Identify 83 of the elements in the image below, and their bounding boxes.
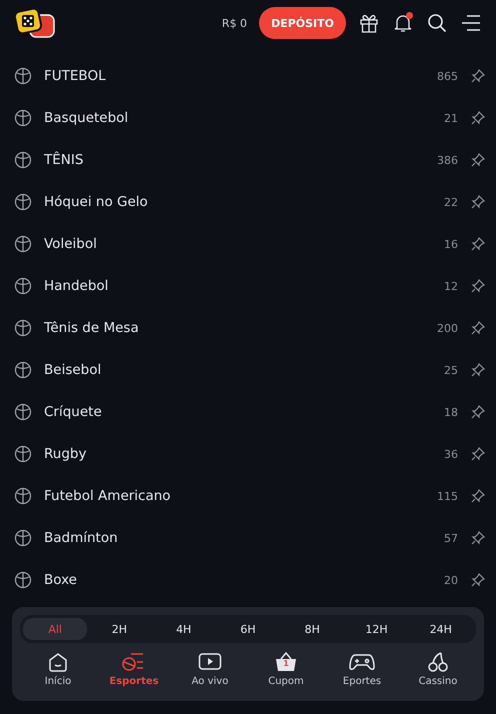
- pin-icon[interactable]: [470, 236, 486, 252]
- pin-icon[interactable]: [470, 488, 486, 504]
- pin-icon[interactable]: [470, 320, 486, 336]
- nav-label: Cassino: [418, 676, 458, 687]
- sport-ball-icon: [14, 193, 32, 211]
- sport-name[interactable]: TÊNIS: [44, 152, 406, 168]
- sport-name[interactable]: Hóquei no Gelo: [44, 194, 406, 210]
- search-icon[interactable]: [426, 12, 448, 34]
- sport-name[interactable]: Basquetebol: [44, 110, 406, 126]
- home-icon: [47, 651, 69, 673]
- deposit-button[interactable]: DEPÓSITO: [259, 7, 346, 39]
- bell-icon[interactable]: [392, 12, 414, 34]
- gamepad-icon: [349, 652, 375, 672]
- pin-icon[interactable]: [470, 194, 486, 210]
- event-count: 115: [436, 490, 458, 502]
- sport-name[interactable]: Rugby: [44, 446, 406, 462]
- sport-ball-icon: [14, 361, 32, 379]
- sport-name[interactable]: Handebol: [44, 278, 406, 294]
- coupon-count: 1: [282, 659, 290, 668]
- event-count: 386: [436, 154, 458, 166]
- nav-item[interactable]: Cassino: [400, 647, 476, 691]
- balance: R$ 0: [222, 16, 248, 30]
- sport-name[interactable]: Críquete: [44, 404, 406, 420]
- sport-ball-icon: [14, 403, 32, 421]
- nav-label: Esportes: [109, 676, 159, 687]
- pin-icon[interactable]: [470, 278, 486, 294]
- sport-ball-icon: [14, 235, 32, 253]
- event-count: 18: [443, 406, 458, 418]
- nav-label: Ao vivo: [192, 676, 228, 687]
- nav-item[interactable]: Ao vivo: [172, 647, 248, 691]
- nav-label: Início: [44, 676, 72, 687]
- pin-icon[interactable]: [470, 68, 486, 84]
- nav-label: Cupom: [268, 676, 304, 687]
- event-count: 25: [443, 364, 458, 376]
- sport-ball-icon: [14, 151, 32, 169]
- event-count: 36: [443, 448, 458, 460]
- pin-icon[interactable]: [470, 530, 486, 546]
- pin-icon[interactable]: [470, 572, 486, 588]
- time-filter-tab[interactable]: All: [23, 618, 88, 640]
- pin-icon[interactable]: [470, 404, 486, 420]
- nav-item[interactable]: Início: [20, 647, 96, 691]
- pin-icon[interactable]: [470, 110, 486, 126]
- event-count: 20: [443, 574, 458, 586]
- time-filter-tab[interactable]: 24H: [408, 618, 473, 640]
- sport-ball-icon: [14, 109, 32, 127]
- nav-item[interactable]: Eportes: [324, 647, 400, 691]
- logo-icon[interactable]: [14, 7, 58, 39]
- sport-name[interactable]: Futebol Americano: [44, 488, 406, 504]
- sport-name[interactable]: Beisebol: [44, 362, 406, 378]
- sport-ball-icon: [14, 277, 32, 295]
- sport-ball-icon: [14, 571, 32, 589]
- time-filter-tab[interactable]: 12H: [344, 618, 409, 640]
- pin-icon[interactable]: [470, 362, 486, 378]
- sport-ball-icon: [14, 445, 32, 463]
- nav-item[interactable]: 1 Cupom: [248, 647, 324, 691]
- pin-icon[interactable]: [470, 152, 486, 168]
- event-count: 22: [443, 196, 458, 208]
- basket-icon: [274, 651, 298, 673]
- sport-ball-icon: [14, 529, 32, 547]
- time-filter-tab[interactable]: 6H: [216, 618, 280, 640]
- sport-name[interactable]: Tênis de Mesa: [44, 320, 406, 336]
- sport-name[interactable]: Voleibol: [44, 236, 406, 252]
- play-icon: [198, 652, 222, 672]
- sport-ball-icon: [14, 319, 32, 337]
- sport-ball-icon: [14, 67, 32, 85]
- time-filter-tab[interactable]: 8H: [280, 618, 344, 640]
- sport-ball-icon: [14, 487, 32, 505]
- sport-name[interactable]: FUTEBOL: [44, 68, 406, 84]
- sport-name[interactable]: Boxe: [44, 572, 406, 588]
- cherries-icon: [427, 651, 449, 673]
- event-count: 865: [436, 70, 458, 82]
- sport-name[interactable]: Badmínton: [44, 530, 406, 546]
- event-count: 16: [443, 238, 458, 250]
- time-filter-tab[interactable]: 2H: [87, 618, 152, 640]
- gift-icon[interactable]: [358, 12, 380, 34]
- nav-item[interactable]: Esportes: [96, 647, 172, 691]
- event-count: 21: [443, 112, 458, 124]
- event-count: 12: [443, 280, 458, 292]
- pin-icon[interactable]: [470, 446, 486, 462]
- time-filter-tab[interactable]: 4H: [152, 618, 216, 640]
- nav-label: Eportes: [342, 676, 382, 687]
- event-count: 200: [436, 322, 458, 334]
- event-count: 57: [443, 532, 458, 544]
